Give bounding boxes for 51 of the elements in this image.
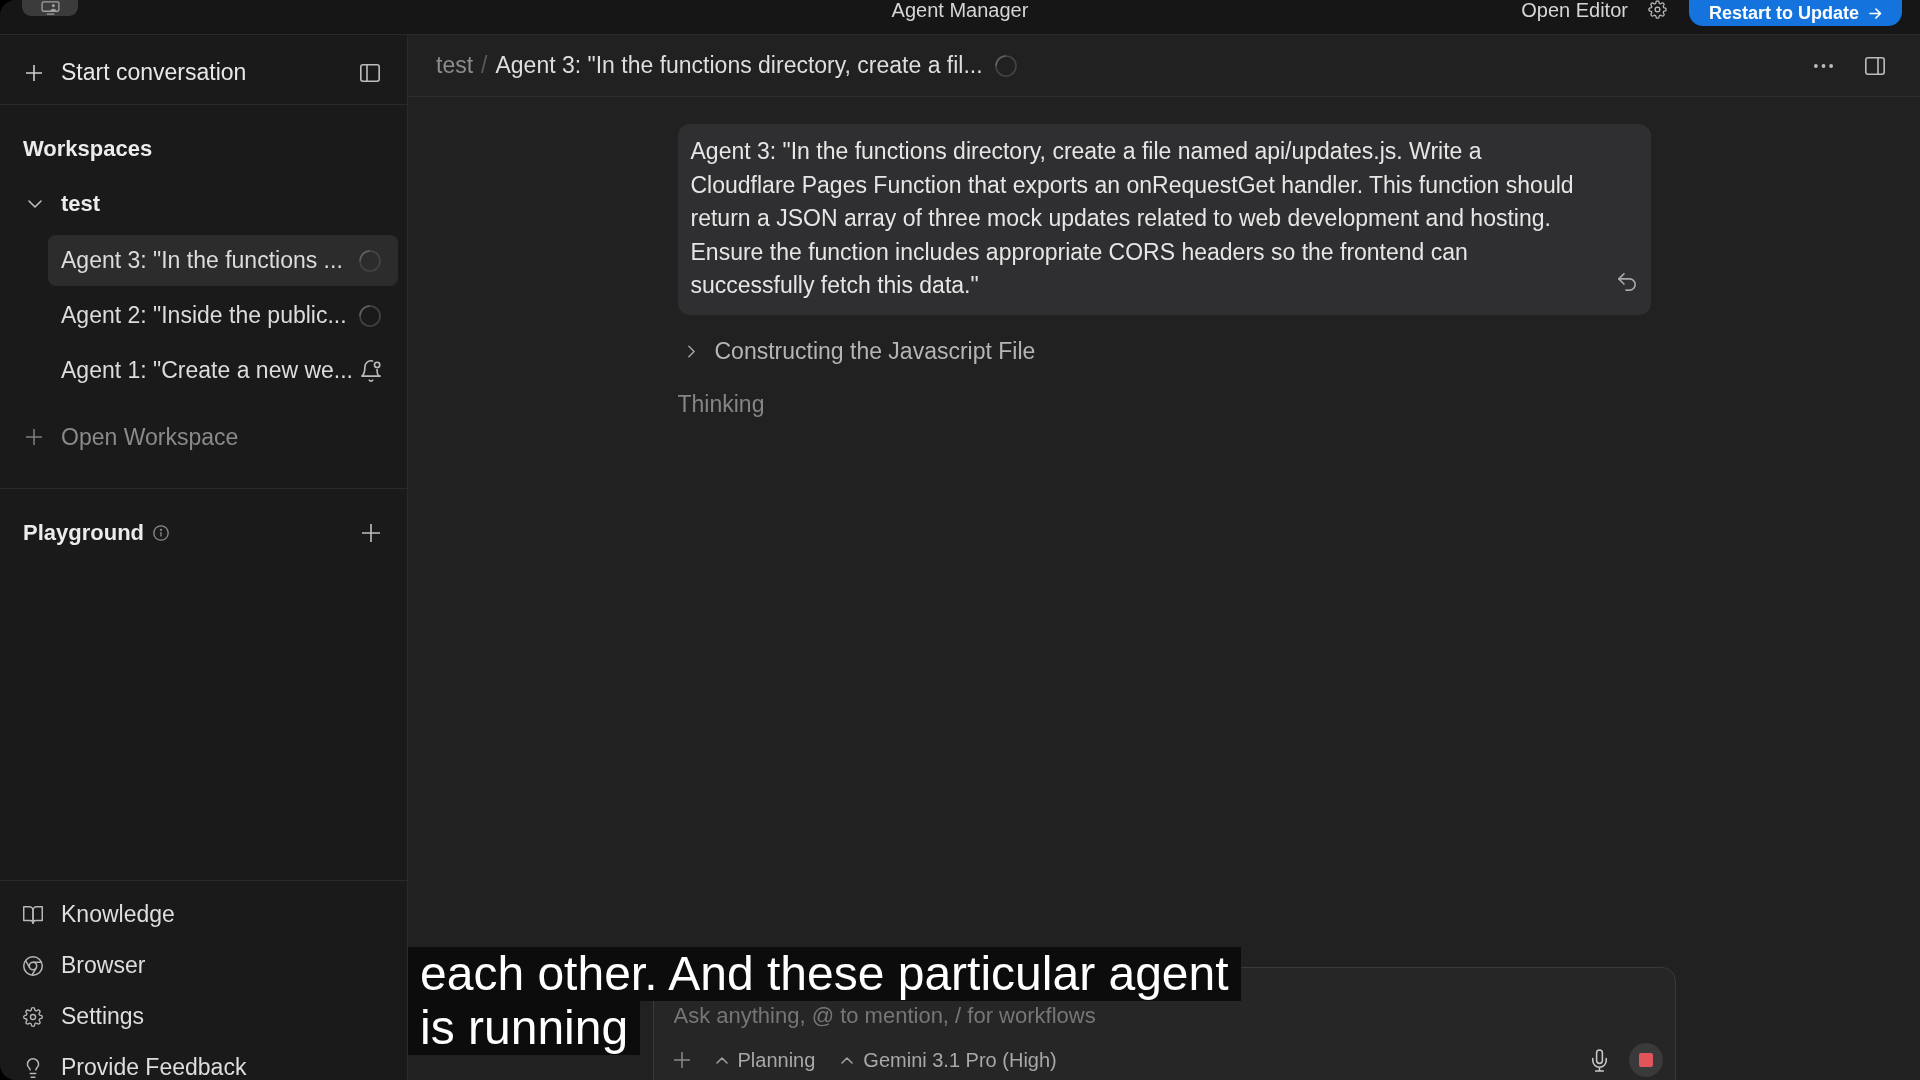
display-button[interactable] <box>22 0 78 16</box>
breadcrumb-separator: / <box>481 52 488 79</box>
more-icon[interactable] <box>1814 63 1833 68</box>
undo-icon[interactable] <box>1617 272 1636 291</box>
sidebar-toggle-icon[interactable] <box>1865 56 1885 75</box>
message-input[interactable]: Ask anything, @ to mention, / for workflows <box>673 1003 1274 1029</box>
stop-button[interactable] <box>1628 1043 1663 1077</box>
monitor-icon <box>40 1 60 15</box>
video-caption: each other. And these particular agent <box>408 947 1241 1001</box>
settings-icon <box>23 1006 43 1027</box>
spinner-icon <box>359 249 381 272</box>
message-text: Agent 3: "In the functions directory, create a file named api/updates.js. Write a Cloudflare Pages Function that exports an onRequestGet handler. This function should return a JSON array of three mock updates related to web development and hosting. Ensure the function includes appropriate CORS headers so the frontend can successfully fetch this data." <box>690 137 1575 300</box>
model-dropdown[interactable]: Gemini 3.1 Pro (High) <box>841 1048 1057 1072</box>
section-heading: Workspaces <box>22 135 153 162</box>
book-icon <box>23 904 43 925</box>
info-icon[interactable] <box>153 525 169 541</box>
conversation-title: Agent 3: "In the functions directory, create a fil... <box>495 52 983 79</box>
step-toggle[interactable]: Constructing the Javascript File <box>677 336 1036 367</box>
arrow-right-icon <box>1869 7 1882 19</box>
agent-item[interactable]: Agent 1: "Create a new we... <box>48 345 398 396</box>
agent-item[interactable]: Agent 3: "In the functions ... <box>48 235 398 286</box>
window-title: Agent Manager <box>891 0 1029 20</box>
settings-icon[interactable] <box>1647 0 1667 19</box>
plus-icon[interactable] <box>362 524 380 542</box>
restart-button[interactable]: Restart to Update <box>1688 0 1902 26</box>
open-workspace-button[interactable]: Open Workspace <box>0 414 239 460</box>
workspace-item[interactable]: test <box>28 181 101 227</box>
nav-item[interactable]: Browser <box>0 940 146 991</box>
chevron-down-icon <box>28 200 42 208</box>
microphone-icon[interactable] <box>1591 1048 1607 1072</box>
plus-icon[interactable] <box>673 1052 690 1068</box>
nav-item[interactable]: Knowledge <box>0 889 175 940</box>
nav-item[interactable]: Provide Feedback <box>0 1042 247 1080</box>
nav-item[interactable]: Settings <box>0 991 145 1042</box>
open-editor-link[interactable]: Open Editor <box>1521 0 1628 20</box>
bell-icon <box>361 359 381 382</box>
sidebar-toggle-icon[interactable] <box>360 63 380 82</box>
plus-icon <box>26 429 42 445</box>
mode-dropdown[interactable]: Planning <box>715 1048 816 1072</box>
caret-up-icon <box>715 1056 728 1064</box>
spinner-icon <box>359 304 381 327</box>
agent-item[interactable]: Agent 2: "Inside the public... <box>48 290 398 341</box>
browser-icon <box>23 955 43 976</box>
plus-icon <box>26 64 42 81</box>
start-conversation-button[interactable]: Start conversation <box>26 59 247 86</box>
video-caption: is running <box>408 1001 641 1055</box>
section-heading: Playground <box>23 520 144 546</box>
status-text: Thinking <box>677 389 765 419</box>
breadcrumb-link[interactable]: test <box>436 52 474 79</box>
caret-up-icon <box>841 1056 854 1064</box>
stop-icon <box>1638 1053 1653 1067</box>
